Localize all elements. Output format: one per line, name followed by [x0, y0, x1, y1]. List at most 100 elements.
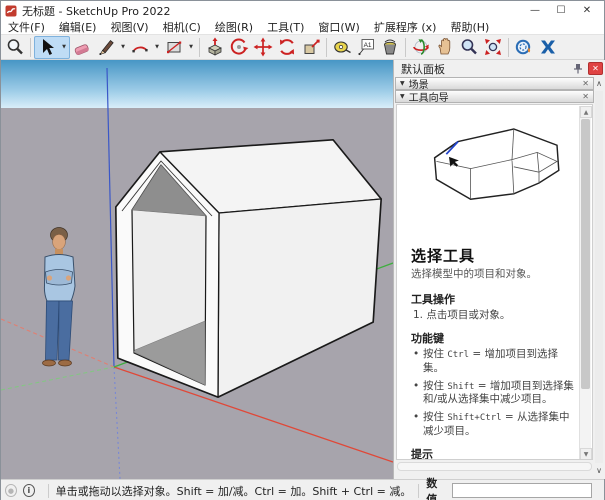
- zoom-tool-icon: [459, 37, 479, 57]
- geolocation-icon[interactable]: ●: [5, 484, 17, 497]
- paint-bucket-button[interactable]: [378, 36, 402, 59]
- instructor-body: 选择工具 选择模型中的项目和对象。 工具操作 1. 点击项目或对象。 功能键 •…: [397, 105, 581, 460]
- maximize-button[interactable]: ☐: [548, 2, 574, 19]
- menu-edit[interactable]: 编辑(E): [52, 19, 104, 35]
- section-close-icon[interactable]: ✕: [582, 92, 589, 101]
- push-pull-button[interactable]: [203, 36, 227, 59]
- model-droplet-icon: [514, 37, 534, 57]
- person-left-leg: [46, 301, 60, 360]
- rectangle-dropdown-button[interactable]: ▼: [186, 36, 196, 59]
- svg-text:A1: A1: [364, 42, 372, 49]
- menu-bar: 文件(F) 编辑(E) 视图(V) 相机(C) 绘图(R) 工具(T) 窗口(W…: [1, 20, 604, 35]
- toolbar-separator: [326, 38, 327, 57]
- line-dropdown-button[interactable]: ▼: [118, 36, 128, 59]
- orbit-button[interactable]: [409, 36, 433, 59]
- toolbar: ▼ ▼ ▼: [1, 35, 604, 60]
- pan-hand-icon: [435, 37, 455, 57]
- zoom-window-button[interactable]: [3, 36, 27, 59]
- line-tool-button[interactable]: [94, 36, 118, 59]
- move-button[interactable]: [251, 36, 275, 59]
- credits-info-icon[interactable]: i: [23, 484, 35, 497]
- minimize-button[interactable]: —: [522, 2, 548, 19]
- follow-me-button[interactable]: [227, 36, 251, 59]
- instructor-content: 选择工具 选择模型中的项目和对象。 工具操作 1. 点击项目或对象。 功能键 •…: [396, 104, 593, 460]
- person-face: [53, 234, 66, 249]
- title-bar: 无标题 - SketchUp Pro 2022 — ☐ ✕: [1, 1, 604, 20]
- exchange-icon: [538, 37, 558, 57]
- menu-view[interactable]: 视图(V): [103, 19, 155, 35]
- window-title: 无标题 - SketchUp Pro 2022: [22, 3, 522, 19]
- zoom-extents-button[interactable]: [481, 36, 505, 59]
- model-viewport[interactable]: [1, 60, 393, 479]
- panel-header: 默认面板 ✕: [394, 60, 605, 77]
- section-close-icon[interactable]: ✕: [582, 79, 589, 88]
- instructor-intro: 选择模型中的项目和对象。: [411, 266, 575, 281]
- select-button[interactable]: [35, 36, 59, 59]
- panel-title: 默认面板: [401, 61, 571, 77]
- status-separator: [418, 484, 419, 498]
- scrollbar-thumb[interactable]: [581, 119, 590, 389]
- follow-me-icon: [229, 37, 249, 57]
- modifier-item: • 按住 Shift = 增加项目到选择集和/或从选择集中减少项目。: [413, 380, 575, 407]
- measurements-input[interactable]: [452, 483, 592, 498]
- tray-scroll-up-icon[interactable]: ∧: [593, 77, 605, 90]
- tray-scroll-track[interactable]: [595, 91, 603, 463]
- paint-bucket-icon: [380, 37, 400, 57]
- toolbar-separator: [199, 38, 200, 57]
- person-hand-right: [66, 275, 71, 280]
- menu-window[interactable]: 窗口(W): [311, 19, 366, 35]
- exchange-button[interactable]: [536, 36, 560, 59]
- section-instructor-label: 工具向导: [409, 89, 583, 104]
- panel-close-button[interactable]: ✕: [588, 62, 603, 75]
- select-dropdown-button[interactable]: ▼: [59, 36, 69, 59]
- horizontal-scrollbar[interactable]: [397, 462, 592, 471]
- text-label-button[interactable]: A1: [354, 36, 378, 59]
- menu-file[interactable]: 文件(F): [1, 19, 52, 35]
- person-shoe-left: [43, 360, 56, 366]
- menu-draw[interactable]: 绘图(R): [208, 19, 260, 35]
- default-tray-panel: 默认面板 ✕ ▼ 场景 ✕ ▼ 工具向导 ✕: [393, 60, 605, 479]
- measurements-label: 数值: [426, 475, 446, 500]
- operation-title: 工具操作: [411, 291, 575, 307]
- move-icon: [253, 37, 273, 57]
- model-info-button[interactable]: [512, 36, 536, 59]
- zoom-window-icon: [5, 37, 25, 57]
- menu-camera[interactable]: 相机(C): [156, 19, 208, 35]
- tray-scrollbar[interactable]: ∧ ∨: [593, 77, 605, 477]
- tape-measure-button[interactable]: [330, 36, 354, 59]
- status-bar: ● i 单击或拖动以选择对象。Shift = 加/减。Ctrl = 加。Shif…: [1, 479, 604, 500]
- person-shoe-right: [59, 360, 72, 366]
- scale-icon: [301, 37, 321, 57]
- sketchup-logo-icon: [5, 5, 17, 17]
- zoom-extents-icon: [483, 37, 503, 57]
- scroll-down-icon[interactable]: ▼: [580, 448, 592, 460]
- scale-button[interactable]: [299, 36, 323, 59]
- pan-button[interactable]: [433, 36, 457, 59]
- select-tool-group: ▼: [34, 36, 70, 59]
- pin-icon[interactable]: [571, 62, 585, 75]
- eraser-button[interactable]: [70, 36, 94, 59]
- arc-dropdown-button[interactable]: ▼: [152, 36, 162, 59]
- instructor-scrollbar[interactable]: ▲ ▼: [579, 106, 591, 460]
- modifiers-title: 功能键: [411, 330, 575, 346]
- viewport-canvas: [1, 60, 393, 479]
- modifier-item: • 按住 Ctrl = 增加项目到选择集。: [413, 348, 575, 375]
- rotate-button[interactable]: [275, 36, 299, 59]
- chevron-down-icon: ▼: [400, 80, 405, 87]
- select-arrow-icon: [37, 37, 57, 57]
- arc-tool-button[interactable]: [128, 36, 152, 59]
- tips-title: 提示: [411, 446, 575, 460]
- tray-scroll-down-icon[interactable]: ∨: [593, 464, 605, 477]
- menu-tools[interactable]: 工具(T): [260, 19, 311, 35]
- status-separator: [48, 484, 49, 498]
- section-instructor[interactable]: ▼ 工具向导 ✕: [395, 90, 594, 103]
- rotate-icon: [277, 37, 297, 57]
- status-hint: 单击或拖动以选择对象。Shift = 加/减。Ctrl = 加。Shift + …: [56, 483, 412, 499]
- rectangle-tool-button[interactable]: [162, 36, 186, 59]
- menu-help[interactable]: 帮助(H): [443, 19, 496, 35]
- menu-extensions[interactable]: 扩展程序 (x): [367, 19, 444, 35]
- toolbar-separator: [508, 38, 509, 57]
- close-button[interactable]: ✕: [574, 2, 600, 19]
- scroll-up-icon[interactable]: ▲: [580, 106, 592, 118]
- zoom-tool-button[interactable]: [457, 36, 481, 59]
